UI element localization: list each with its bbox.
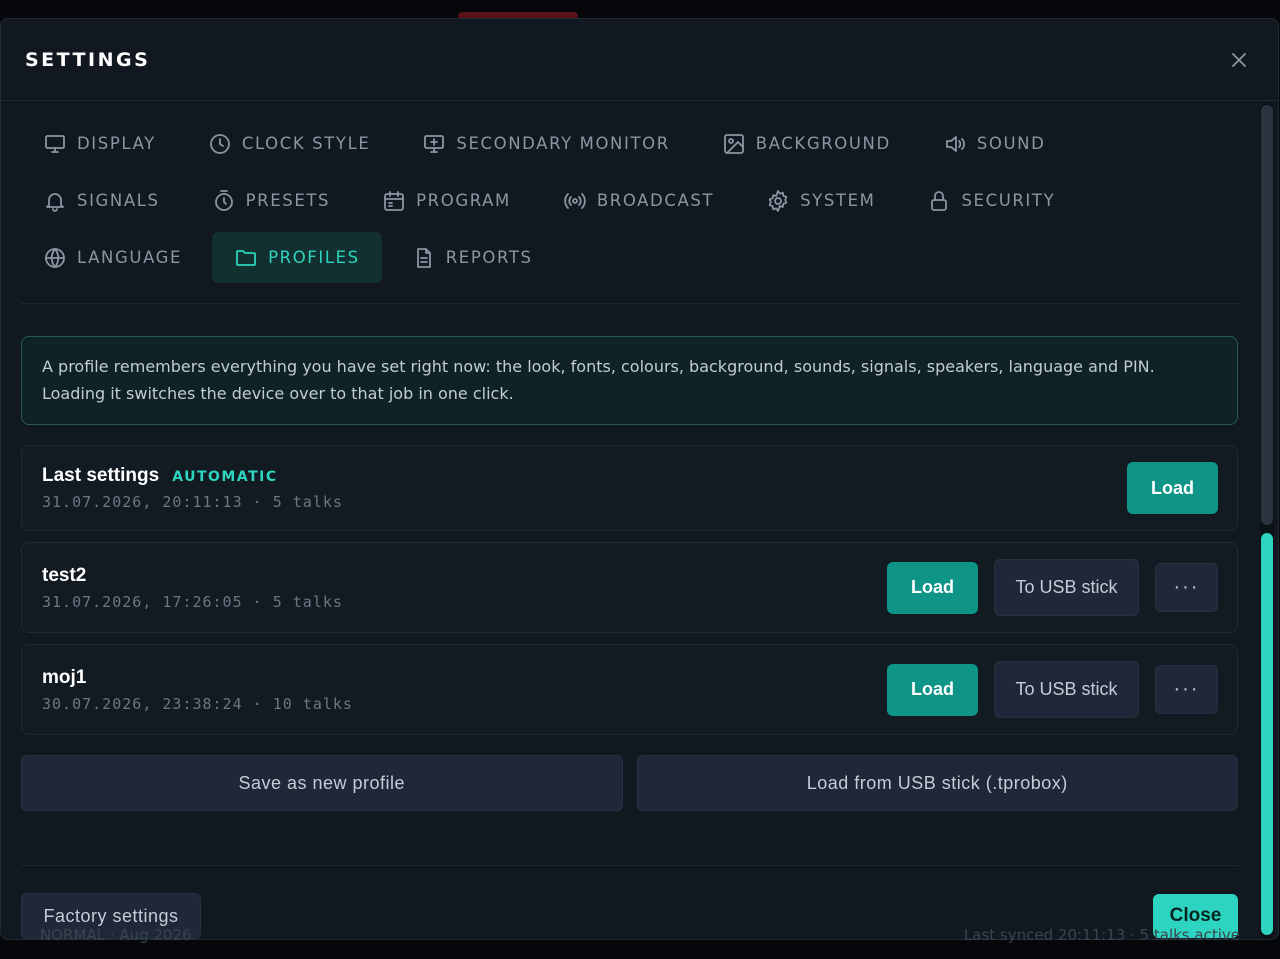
load-button[interactable]: Load [887,663,978,716]
tab-label: REPORTS [445,248,533,267]
profile-info: test2 31.07.2026, 17:26:05 · 5 talks [42,565,343,611]
more-options-button[interactable]: ··· [1155,563,1218,612]
load-from-usb-button[interactable]: Load from USB stick (.tprobox) [636,755,1238,811]
profile-row-moj1: moj1 30.07.2026, 23:38:24 · 10 talks Loa… [21,644,1238,735]
profile-actions: Load To USB stick ··· [887,559,1218,616]
broadcast-icon [564,192,586,209]
profile-name-wrap: Last settings AUTOMATIC [42,465,343,487]
calendar-icon [384,190,405,211]
tab-background[interactable]: BACKGROUND [700,118,913,169]
close-icon[interactable] [1224,45,1254,75]
tab-reports[interactable]: REPORTS [390,232,555,283]
tab-display[interactable]: DISPLAY [21,118,178,169]
tab-label: PROFILES [268,248,360,267]
settings-tabs: DISPLAY CLOCK STYLE SECONDARY MONITOR BA… [21,102,1238,304]
profile-meta: 31.07.2026, 17:26:05 · 5 talks [42,592,343,611]
tab-presets[interactable]: PRESETS [190,175,353,226]
profile-actions-row: Save as new profile Load from USB stick … [21,755,1238,811]
tab-secondary-monitor[interactable]: SECONDARY MONITOR [400,118,691,169]
profile-actions: Load [1127,462,1218,514]
profile-name: moj1 [42,666,87,688]
scrollbar-thumb[interactable] [1261,533,1273,935]
backdrop-footer-right: Last synced 20:11:13 · 5 talks active [963,926,1240,944]
tab-label: SECURITY [961,191,1056,210]
tab-system[interactable]: SYSTEM [744,175,897,226]
profile-name-wrap: test2 [42,565,343,587]
more-options-button[interactable]: ··· [1155,665,1218,714]
save-new-profile-button[interactable]: Save as new profile [21,755,623,811]
document-icon [416,247,431,268]
footer-divider [21,865,1238,866]
gear-icon [768,189,788,212]
profiles-info-box: A profile remembers everything you have … [21,336,1238,425]
tab-label: PROGRAM [416,191,511,210]
tab-label: LANGUAGE [77,248,183,267]
profile-meta: 31.07.2026, 20:11:13 · 5 talks [42,493,343,511]
dialog-body: DISPLAY CLOCK STYLE SECONDARY MONITOR BA… [21,102,1238,811]
image-icon [723,133,744,154]
lock-icon [931,190,948,211]
tab-label: SOUND [976,134,1046,153]
tab-label: BACKGROUND [755,134,891,153]
timer-icon [214,189,233,211]
profile-info: Last settings AUTOMATIC 31.07.2026, 20:1… [42,465,343,511]
tab-signals[interactable]: SIGNALS [21,175,182,226]
clock-icon [209,133,230,154]
to-usb-button[interactable]: To USB stick [994,559,1139,616]
tab-label: SYSTEM [800,191,876,210]
profile-info: moj1 30.07.2026, 23:38:24 · 10 talks [42,667,353,713]
tab-program[interactable]: PROGRAM [360,175,533,226]
bell-icon [46,192,64,212]
globe-icon [45,247,65,268]
profile-actions: Load To USB stick ··· [887,661,1218,718]
monitor-plus-icon [424,134,445,153]
backdrop-footer-left: NORMAL · Aug 2026 [40,926,192,944]
load-button[interactable]: Load [887,561,978,614]
tab-profiles[interactable]: PROFILES [212,232,382,283]
tab-language[interactable]: LANGUAGE [21,232,204,283]
profile-row-test2: test2 31.07.2026, 17:26:05 · 5 talks Loa… [21,542,1238,633]
tab-label: DISPLAY [77,134,156,153]
tab-label: SIGNALS [77,191,160,210]
settings-dialog: SETTINGS DISPLAY CLOCK STYLE SECONDARY M… [0,18,1279,940]
dialog-title: SETTINGS [25,48,151,71]
tab-sound[interactable]: SOUND [921,118,1068,169]
profile-row-last-settings: Last settings AUTOMATIC 31.07.2026, 20:1… [21,445,1238,531]
automatic-badge: AUTOMATIC [172,469,278,485]
tab-clock-style[interactable]: CLOCK STYLE [186,118,393,169]
tab-security[interactable]: SECURITY [905,175,1077,226]
profile-meta: 30.07.2026, 23:38:24 · 10 talks [42,694,353,713]
to-usb-button[interactable]: To USB stick [994,661,1139,718]
tab-broadcast[interactable]: BROADCAST [541,175,736,226]
tab-label: BROADCAST [596,191,715,210]
monitor-icon [45,134,65,153]
scrollbar[interactable] [1260,103,1274,939]
dialog-header: SETTINGS [1,19,1278,101]
profile-name: Last settings [42,465,160,486]
tab-label: SECONDARY MONITOR [456,134,670,153]
profile-name-wrap: moj1 [42,667,353,689]
folder-icon [236,249,256,266]
backdrop-footer: NORMAL · Aug 2026 Last synced 20:11:13 ·… [40,926,1240,956]
load-button[interactable]: Load [1127,462,1218,514]
tab-label: CLOCK STYLE [241,134,371,153]
tab-label: PRESETS [245,191,331,210]
scrollbar-thumb-upper [1261,105,1273,525]
speaker-icon [945,135,965,152]
profile-name: test2 [42,564,87,586]
